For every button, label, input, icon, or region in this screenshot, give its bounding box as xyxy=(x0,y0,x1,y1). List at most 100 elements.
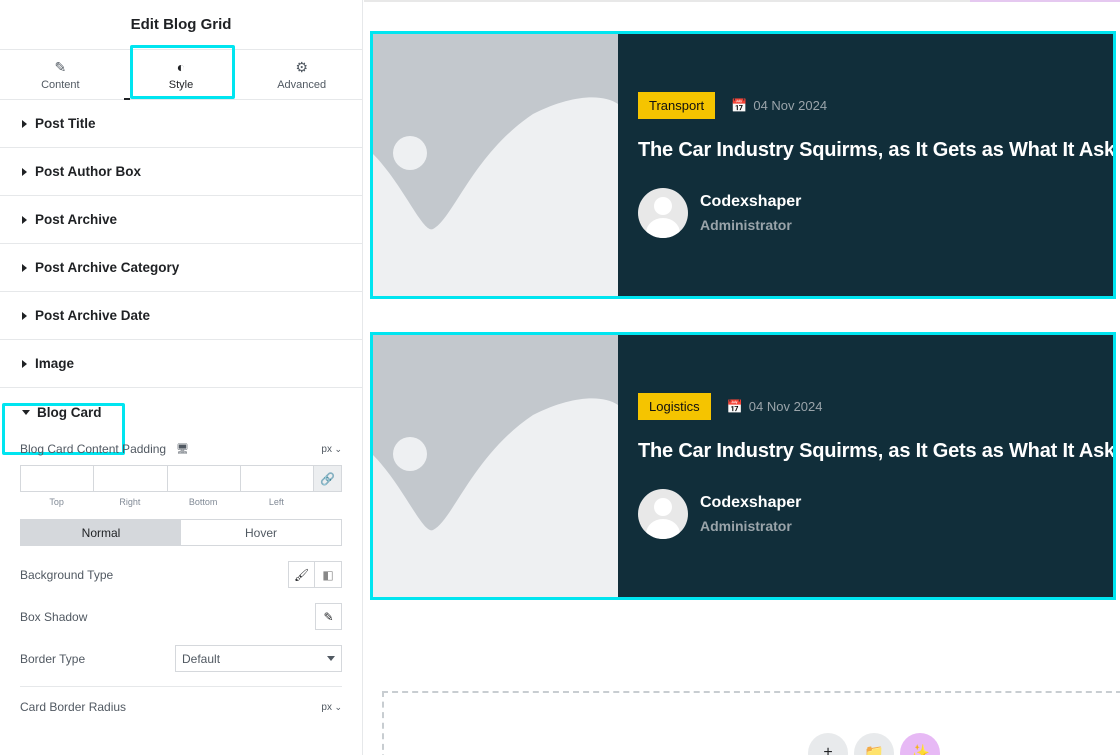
card-content: Transport 📅 04 Nov 2024 The Car Industry… xyxy=(618,34,1113,296)
section-label: Blog Card xyxy=(37,404,102,420)
dim-label-right: Right xyxy=(119,497,141,507)
editor-panel: Edit Blog Grid ✎ Content ◐ Style ⚙ Advan… xyxy=(0,0,363,755)
caret-right-icon xyxy=(22,119,27,128)
padding-bottom-input[interactable] xyxy=(166,465,240,492)
border-type-control: Border Type Default xyxy=(0,645,362,672)
category-badge[interactable]: Transport xyxy=(638,92,716,119)
gradient-icon[interactable]: ◧ xyxy=(315,561,342,588)
tab-label: Style xyxy=(168,79,194,91)
section-post-title[interactable]: Post Title xyxy=(0,100,362,148)
add-section-dropzone[interactable] xyxy=(382,691,1120,755)
post-title[interactable]: The Car Industry Squirms, as It Gets as … xyxy=(638,139,1113,162)
tab-content[interactable]: ✎ Content xyxy=(0,50,121,99)
style-sections: Post Title Post Author Box Post Archive … xyxy=(0,100,362,436)
padding-label: Blog Card Content Padding xyxy=(20,442,167,456)
background-type-control: Background Type 🖌 ◧ xyxy=(0,561,362,588)
padding-unit-select[interactable]: px xyxy=(321,444,342,455)
placeholder-image xyxy=(373,335,618,597)
add-section-buttons: + 📁 ✨ xyxy=(808,733,940,755)
category-badge[interactable]: Logistics xyxy=(638,393,711,420)
date-text: 04 Nov 2024 xyxy=(748,399,823,414)
folder-icon[interactable]: 📁 xyxy=(854,733,894,755)
tab-normal[interactable]: Normal xyxy=(21,520,181,545)
tab-hover[interactable]: Hover xyxy=(181,520,341,545)
caret-right-icon xyxy=(22,215,27,224)
tab-label: Advanced xyxy=(277,79,327,91)
link-values-icon[interactable]: 🔗 xyxy=(313,465,342,492)
dim-label-top: Top xyxy=(49,497,64,507)
section-post-archive-date[interactable]: Post Archive Date xyxy=(0,292,362,340)
padding-inputs: 🔗 xyxy=(20,465,342,492)
section-label: Post Archive Date xyxy=(35,308,151,323)
post-title[interactable]: The Car Industry Squirms, as It Gets as … xyxy=(638,440,1113,463)
box-shadow-control: Box Shadow ✎ xyxy=(0,603,362,630)
plus-icon[interactable]: + xyxy=(808,733,848,755)
panel-tabs: ✎ Content ◐ Style ⚙ Advanced xyxy=(0,50,362,100)
edit-pencil-icon[interactable]: ✎ xyxy=(315,603,342,630)
normal-hover-switch: Normal Hover xyxy=(20,519,342,546)
border-type-select[interactable]: Default xyxy=(175,645,342,672)
image-placeholder-icon xyxy=(373,34,618,296)
placeholder-image xyxy=(373,34,618,296)
padding-left-input[interactable] xyxy=(239,465,313,492)
ai-sparkle-icon[interactable]: ✨ xyxy=(900,733,940,755)
divider xyxy=(20,686,342,687)
author-role: Administrator xyxy=(700,518,792,534)
calendar-icon: 📅 xyxy=(731,97,748,113)
section-blog-card[interactable]: Blog Card xyxy=(0,388,362,436)
border-radius-control: Card Border Radius px xyxy=(0,700,362,714)
section-post-archive-category[interactable]: Post Archive Category xyxy=(0,244,362,292)
blog-card[interactable]: Logistics 📅 04 Nov 2024 The Car Industry… xyxy=(370,332,1116,600)
calendar-icon: 📅 xyxy=(726,398,743,414)
post-date: 📅 04 Nov 2024 xyxy=(731,98,827,114)
contrast-icon: ◐ xyxy=(176,59,186,75)
section-image[interactable]: Image xyxy=(0,340,362,388)
tab-advanced[interactable]: ⚙ Advanced xyxy=(241,50,362,99)
section-label: Image xyxy=(35,356,75,371)
image-placeholder-icon xyxy=(373,335,618,597)
section-post-archive[interactable]: Post Archive xyxy=(0,196,362,244)
author-name[interactable]: Codexshaper xyxy=(700,494,801,512)
card-content: Logistics 📅 04 Nov 2024 The Car Industry… xyxy=(618,335,1113,597)
author-box: Codexshaper Administrator xyxy=(638,188,1113,238)
border-type-value: Default xyxy=(182,651,221,666)
gear-icon: ⚙ xyxy=(295,59,308,75)
tab-label: Content xyxy=(41,79,80,91)
radius-label: Card Border Radius xyxy=(20,700,127,714)
section-label: Post Author Box xyxy=(35,164,141,179)
section-post-author-box[interactable]: Post Author Box xyxy=(0,148,362,196)
section-label: Post Archive Category xyxy=(35,260,180,275)
chevron-down-icon xyxy=(327,656,335,661)
box-shadow-label: Box Shadow xyxy=(20,609,88,624)
brush-icon[interactable]: 🖌 xyxy=(288,561,315,588)
top-border xyxy=(364,0,1120,2)
caret-right-icon xyxy=(22,311,27,320)
author-role: Administrator xyxy=(700,217,792,233)
padding-right-input[interactable] xyxy=(93,465,167,492)
caret-down-icon xyxy=(22,409,30,415)
caret-right-icon xyxy=(22,167,27,176)
padding-control: Blog Card Content Padding 🖥 px 🔗 Top Rig… xyxy=(0,442,362,507)
avatar xyxy=(638,188,688,238)
section-label: Post Title xyxy=(35,116,96,131)
author-box: Codexshaper Administrator xyxy=(638,489,1113,539)
border-type-label: Border Type xyxy=(20,651,86,666)
tab-style[interactable]: ◐ Style xyxy=(121,50,242,100)
preview-canvas: Transport 📅 04 Nov 2024 The Car Industry… xyxy=(364,0,1120,755)
pencil-icon: ✎ xyxy=(54,59,67,75)
desktop-icon[interactable]: 🖥 xyxy=(176,444,189,455)
padding-dim-labels: Top Right Bottom Left xyxy=(20,497,342,507)
panel-title: Edit Blog Grid xyxy=(0,0,362,50)
blog-card[interactable]: Transport 📅 04 Nov 2024 The Car Industry… xyxy=(370,31,1116,299)
background-type-label: Background Type xyxy=(20,567,114,582)
radius-unit-select[interactable]: px xyxy=(321,702,342,713)
dim-label-bottom: Bottom xyxy=(188,497,218,507)
padding-top-input[interactable] xyxy=(20,465,94,492)
state-switch-control: Normal Hover xyxy=(0,519,362,546)
section-label: Post Archive xyxy=(35,212,118,227)
pink-indicator xyxy=(970,0,1120,2)
date-text: 04 Nov 2024 xyxy=(753,98,828,113)
author-name[interactable]: Codexshaper xyxy=(700,193,801,211)
caret-right-icon xyxy=(22,359,27,368)
avatar xyxy=(638,489,688,539)
